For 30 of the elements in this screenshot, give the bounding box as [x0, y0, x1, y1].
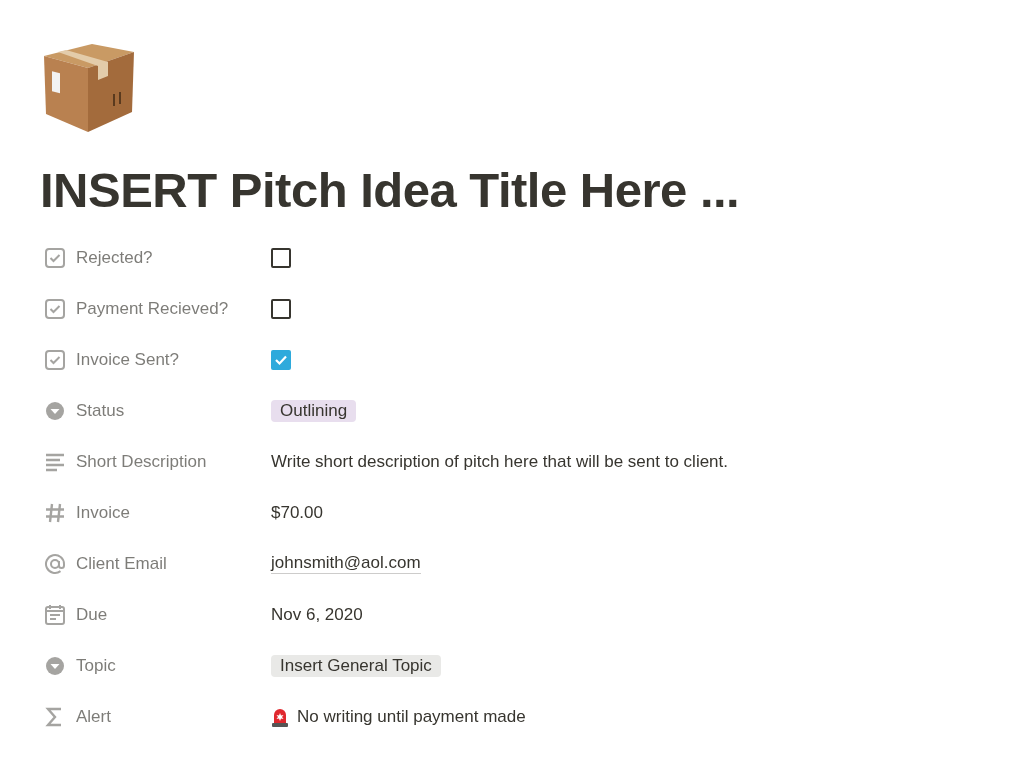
- checkbox-icon: [44, 246, 66, 269]
- property-value: $70.00: [271, 502, 323, 523]
- calendar-icon: [44, 603, 66, 626]
- property-value: Write short description of pitch here that will be sent to client.: [271, 451, 729, 472]
- property-label[interactable]: Invoice Sent?: [76, 349, 179, 370]
- property-label[interactable]: Client Email: [76, 553, 167, 574]
- siren-icon: [271, 706, 289, 727]
- property-value: Nov 6, 2020: [271, 604, 363, 625]
- checkbox[interactable]: [271, 349, 291, 370]
- property-label[interactable]: Due: [76, 604, 108, 625]
- hash-icon: [44, 501, 66, 524]
- property-label[interactable]: Rejected?: [76, 247, 153, 268]
- dropdown-icon: [44, 654, 66, 677]
- tag[interactable]: Outlining: [271, 399, 357, 422]
- checkbox-icon: [44, 297, 66, 320]
- property-label[interactable]: Status: [76, 400, 125, 421]
- property-label[interactable]: Payment Recieved?: [76, 298, 229, 319]
- dropdown-icon: [44, 399, 66, 422]
- property-label[interactable]: Alert: [76, 706, 111, 727]
- checkbox[interactable]: [271, 298, 291, 319]
- page-title: INSERT Pitch Idea Title Here ...: [40, 162, 741, 218]
- property-label[interactable]: Invoice: [76, 502, 130, 523]
- property-label[interactable]: Topic: [76, 655, 116, 676]
- property-label[interactable]: Short Description: [76, 451, 207, 472]
- at-sign-icon: [44, 552, 66, 575]
- checkbox[interactable]: [271, 247, 291, 268]
- tag[interactable]: Insert General Topic: [271, 654, 441, 677]
- email-link[interactable]: johnsmith@aol.com: [271, 553, 421, 574]
- formula-value: No writing until payment made: [297, 706, 526, 727]
- checkbox-icon: [44, 348, 66, 371]
